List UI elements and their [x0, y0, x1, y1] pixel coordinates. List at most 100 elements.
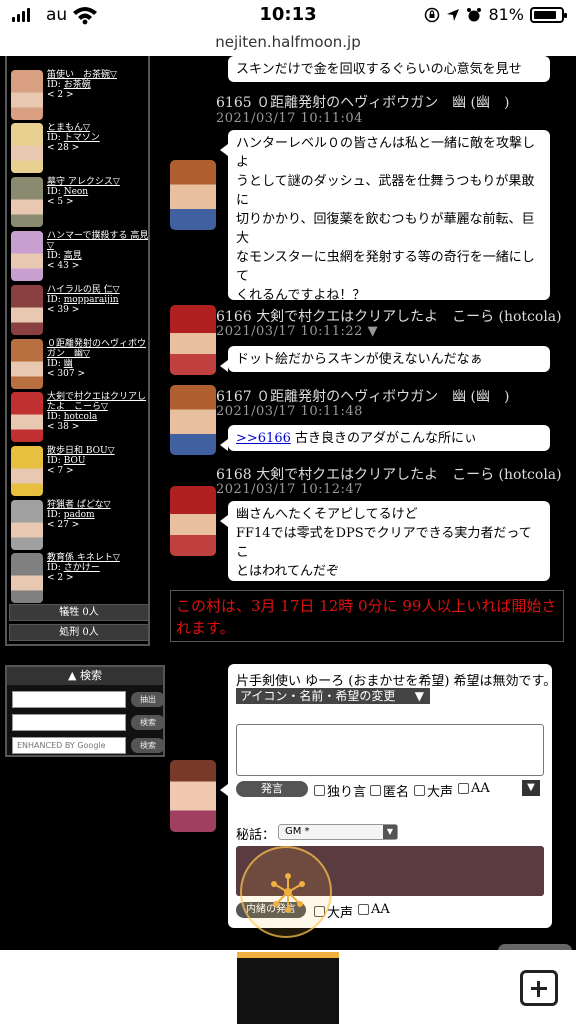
user-avatar[interactable] [11, 123, 43, 173]
message-line: うとして謎のダッシュ、武器を仕舞うつもりが果敢に [236, 174, 535, 208]
message-line: なモンスターに虫網を発射する等の奇行を一緒にして [236, 250, 535, 284]
message-text: ドット絵だからスキンが使えないんだなぁ [236, 352, 483, 367]
user-avatar[interactable] [11, 70, 43, 120]
message-time: 2021/03/17 10:12:47 [216, 482, 363, 497]
user-avatar[interactable] [11, 500, 43, 550]
battery-percent: 81% [488, 5, 524, 24]
message-text: スキンだけで金を回収するぐらいの心意気を見せろ。 [236, 62, 522, 96]
user-post-count: < 7 > [47, 466, 74, 476]
user-id-link[interactable]: 幽 [64, 359, 73, 369]
user-avatar[interactable] [11, 553, 43, 603]
say-button[interactable]: 発言 [236, 781, 308, 797]
checkbox-icon [414, 785, 425, 796]
search-button[interactable]: 検索 [131, 715, 165, 730]
loud-checkbox[interactable]: 大声 [414, 781, 453, 800]
message-bubble: >>6166 古き良きのアダがこんな所にぃ [220, 425, 550, 451]
user-avatar[interactable] [11, 177, 43, 227]
user-id-link[interactable]: padom [64, 510, 95, 520]
checkbox-icon [458, 783, 469, 794]
user-avatar[interactable] [11, 392, 43, 442]
user-post-count: < 28 > [47, 143, 80, 153]
avatar[interactable] [170, 486, 216, 556]
search-header[interactable]: ▲ 検索 [7, 667, 163, 685]
extract-input[interactable] [12, 691, 126, 708]
sidebar-user[interactable]: ハンマーで撲殺する 高見▽ ID: 高見 < 43 > [9, 231, 148, 283]
new-tab-plus-icon[interactable] [520, 970, 558, 1006]
user-id-link[interactable]: お茶碗 [64, 80, 91, 90]
user-id: ID: Neon [47, 187, 89, 197]
user-id-link[interactable]: さかけー [64, 563, 100, 573]
secret-aa-checkbox[interactable]: AA [358, 902, 390, 917]
user-post-count: < 5 > [47, 197, 74, 207]
signal-icon [12, 8, 30, 22]
sidebar-user[interactable]: 墓守 アレクシス▽ ID: Neon < 5 > [9, 177, 148, 229]
wifi-icon [73, 7, 97, 25]
user-id: ID: さかけー [47, 563, 100, 573]
user-name-link[interactable]: ０距離発射のヘヴィボウガン 幽▽ [47, 339, 148, 359]
sidebar-user[interactable]: 散歩日和 BOU▽ ID: BOU < 7 > [9, 446, 148, 498]
status-bar: au 10:13 81% [0, 0, 576, 30]
user-id-link[interactable]: BOU [64, 456, 86, 466]
aa-checkbox[interactable]: AA [458, 781, 490, 796]
user-name-link[interactable]: ハンマーで撲殺する 高見▽ [47, 231, 148, 251]
message-time: 2021/03/17 10:11:04 [216, 111, 363, 126]
avatar[interactable] [170, 385, 216, 455]
user-id-link[interactable]: hotcola [64, 412, 98, 422]
checkbox-icon [370, 785, 381, 796]
google-search-button[interactable]: 検索 [131, 738, 165, 753]
tab-thumbnail[interactable] [237, 952, 339, 1024]
execution-count-button[interactable]: 処刑 0人 [9, 624, 148, 641]
sidebar-user[interactable]: 大剣で村クエはクリアしたよ こーら▽ ID: hotcola < 38 > [9, 392, 148, 444]
url-bar[interactable]: nejiten.halfmoon.jp [0, 30, 576, 56]
extract-button[interactable]: 抽出 [131, 692, 165, 707]
sidebar-user[interactable]: ハイラルの民 仁▽ ID: mopparaijin < 39 > [9, 285, 148, 337]
user-post-count: < 2 > [47, 90, 74, 100]
reply-anchor-link[interactable]: >>6166 [236, 431, 291, 446]
message-textarea[interactable] [236, 724, 544, 776]
message-bubble: 幽さんへたくそアピしてるけど FF14では零式をDPSでクリアできる実力者だって… [220, 501, 550, 598]
secret-label: 秘話： [236, 828, 276, 843]
user-name-link[interactable]: 墓守 アレクシス▽ [47, 177, 148, 187]
assistive-touch-button[interactable] [240, 846, 332, 938]
sidebar-user[interactable]: 狩猟者 ぱどな▽ ID: padom < 27 > [9, 500, 148, 552]
message-header: 6168 大剣で村クエはクリアしたよ こーら (hotcola) [216, 467, 562, 483]
user-id: ID: BOU [47, 456, 86, 466]
user-avatar[interactable] [11, 339, 43, 389]
monologue-checkbox[interactable]: 独り言 [314, 781, 366, 800]
my-avatar[interactable] [170, 760, 216, 832]
user-name-link[interactable]: 笛使い お茶碗▽ [47, 70, 148, 80]
user-id: ID: mopparaijin [47, 295, 119, 305]
user-avatar[interactable] [11, 231, 43, 281]
user-id: ID: お茶碗 [47, 80, 91, 90]
sidebar-user[interactable]: 教育係 キネレト▽ ID: さかけー < 2 > [9, 553, 148, 605]
avatar[interactable] [170, 160, 216, 230]
sidebar-user[interactable]: ０距離発射のヘヴィボウガン 幽▽ ID: 幽 < 307 > [9, 339, 148, 391]
search-input[interactable] [12, 714, 126, 731]
sidebar-user[interactable]: 笛使い お茶碗▽ ID: お茶碗 < 2 > [9, 70, 148, 122]
user-name-link[interactable]: 大剣で村クエはクリアしたよ こーら▽ [47, 392, 148, 412]
expand-options-icon[interactable]: ▼ [522, 780, 540, 796]
user-name-link[interactable]: 狩猟者 ぱどな▽ [47, 500, 148, 510]
user-name-link[interactable]: 教育係 キネレト▽ [47, 553, 148, 563]
user-name-link[interactable]: ハイラルの民 仁▽ [47, 285, 148, 295]
anonymous-checkbox[interactable]: 匿名 [370, 781, 409, 800]
player-list-sidebar: 犠牲 0人 処刑 0人 笛使い お茶碗▽ ID: お茶碗 < 2 > とまもん▽ ID:… [5, 56, 150, 646]
user-id-link[interactable]: 高見 [64, 251, 82, 261]
user-id-link[interactable]: mopparaijin [64, 295, 119, 305]
google-search-input[interactable] [12, 737, 126, 754]
avatar[interactable] [170, 305, 216, 375]
search-panel: ▲ 検索 抽出 検索 検索 [5, 665, 165, 757]
message-bubble: ドット絵だからスキンが使えないんだなぁ [220, 346, 550, 372]
sidebar-user[interactable]: とまもん▽ ID: トマソン < 28 > [9, 123, 148, 175]
user-id-link[interactable]: Neon [64, 187, 88, 197]
sacrifice-count-button[interactable]: 犠牲 0人 [9, 604, 148, 621]
user-name-link[interactable]: とまもん▽ [47, 123, 148, 133]
secret-target-select[interactable]: GM * ▼ [278, 824, 398, 840]
message-time: 2021/03/17 10:11:48 [216, 404, 363, 419]
user-id-link[interactable]: トマソン [64, 133, 100, 143]
profile-change-select[interactable]: アイコン・名前・希望の変更 ▼ [236, 688, 430, 704]
user-name-link[interactable]: 散歩日和 BOU▽ [47, 446, 148, 456]
user-avatar[interactable] [11, 446, 43, 496]
user-avatar[interactable] [11, 285, 43, 335]
user-post-count: < 38 > [47, 422, 80, 432]
